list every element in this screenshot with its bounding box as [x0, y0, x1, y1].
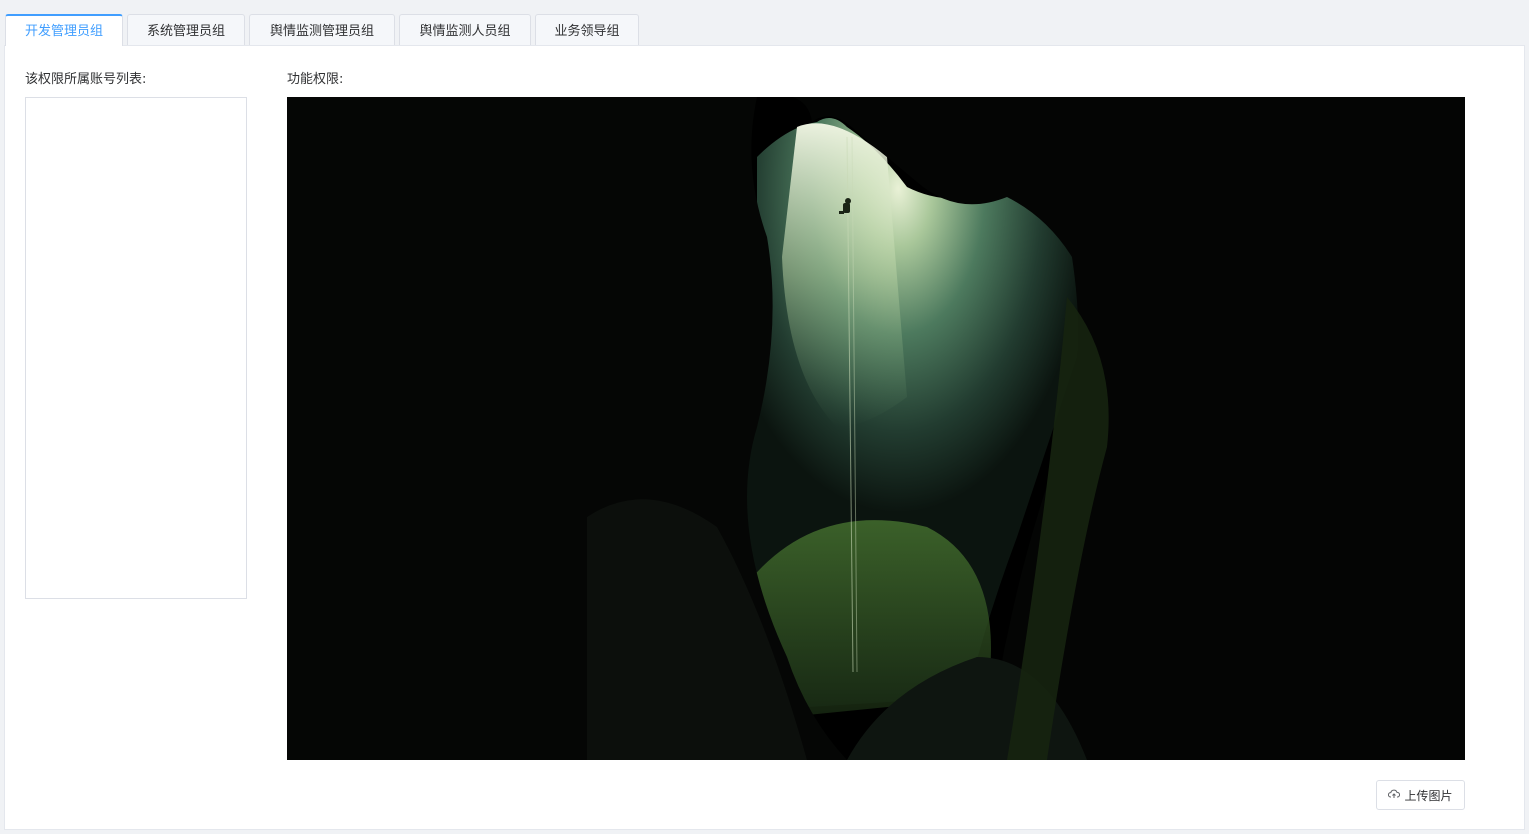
cave-photo: [287, 97, 1465, 760]
upload-image-button[interactable]: 上传图片: [1376, 780, 1465, 810]
tab-system-admin-group[interactable]: 系统管理员组: [127, 14, 245, 45]
upload-image-label: 上传图片: [1404, 788, 1453, 803]
tab-bar: 开发管理员组 系统管理员组 舆情监测管理员组 舆情监测人员组 业务领导组: [0, 14, 1529, 46]
cloud-upload-icon: [1388, 788, 1401, 802]
tab-panel: 该权限所属账号列表: 功能权限: 上传图片: [4, 45, 1525, 830]
account-list-label: 该权限所属账号列表:: [25, 72, 147, 87]
tab-business-leader-group[interactable]: 业务领导组: [535, 14, 639, 45]
tab-sentiment-staff-group[interactable]: 舆情监测人员组: [399, 14, 531, 45]
tab-sentiment-admin-group[interactable]: 舆情监测管理员组: [249, 14, 395, 45]
tab-dev-admin-group[interactable]: 开发管理员组: [5, 14, 123, 46]
function-permission-label: 功能权限:: [287, 72, 344, 87]
account-list[interactable]: [25, 97, 247, 599]
